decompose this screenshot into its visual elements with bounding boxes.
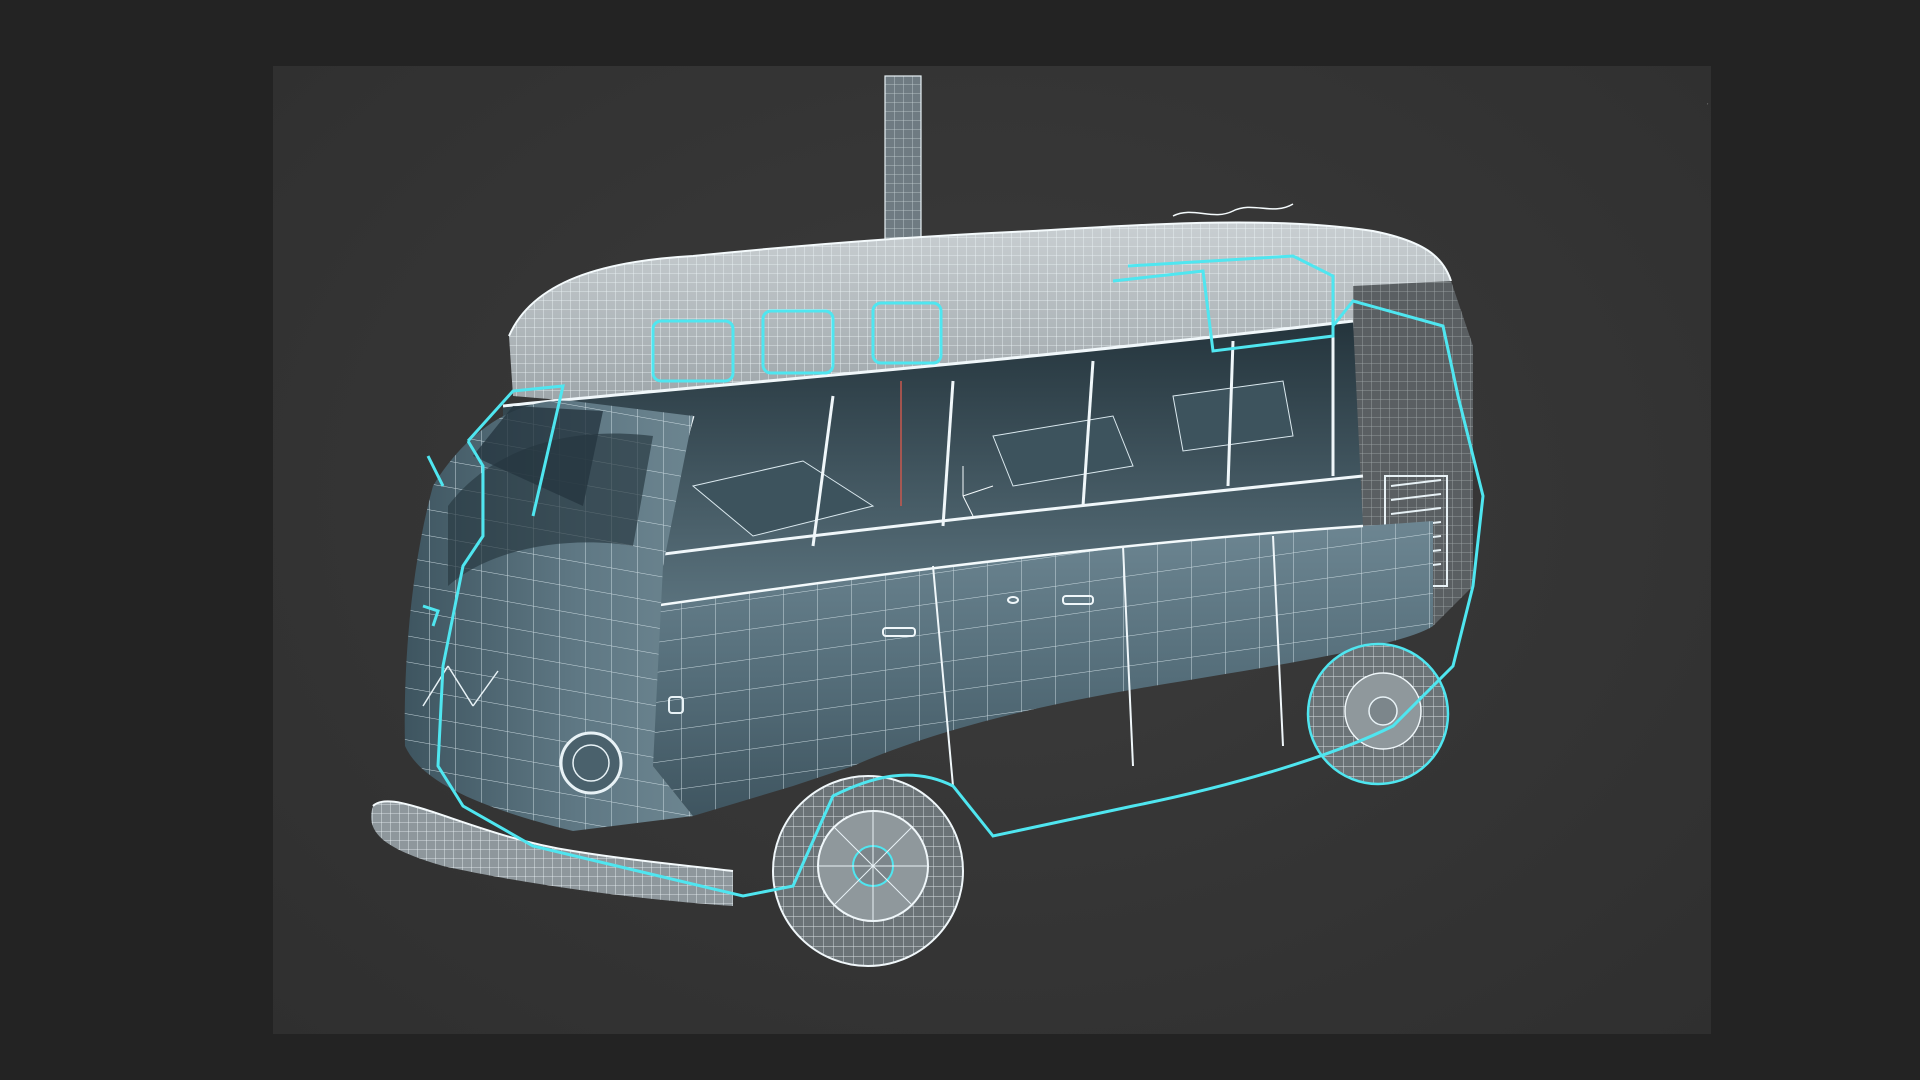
3d-viewport[interactable]: ˑ bbox=[273, 66, 1711, 1034]
app-screen: ˑ bbox=[0, 0, 1920, 1080]
rear-wheel[interactable] bbox=[1306, 642, 1450, 786]
front-face[interactable] bbox=[404, 400, 693, 831]
front-wheel[interactable] bbox=[772, 775, 964, 967]
viewport-scene[interactable] bbox=[273, 66, 1711, 1034]
